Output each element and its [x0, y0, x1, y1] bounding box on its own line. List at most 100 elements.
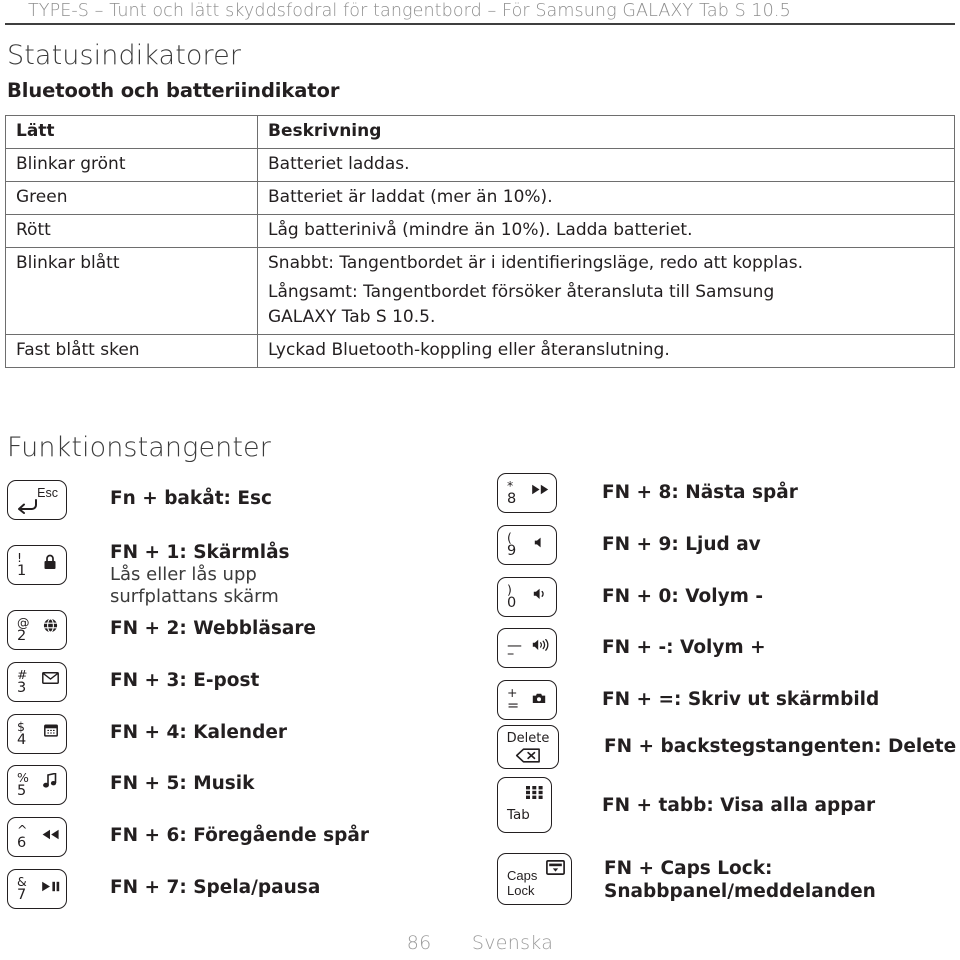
function-key-label-line2: Snabbpanel/meddelanden	[604, 881, 876, 902]
table-row: Green Batteriet är laddat (mer än 10%).	[5, 181, 955, 215]
volume-down-icon	[533, 588, 544, 599]
function-key-entry-esc: Esc Fn + bakåt: Esc	[7, 480, 272, 520]
function-key-sublabel-line1: Lås eller lås upp	[110, 564, 257, 585]
function-key-label-line1: FN + Caps Lock:	[604, 858, 773, 879]
keycap-2[interactable]: @ 2	[7, 610, 67, 650]
keycap-3[interactable]: # 3	[7, 662, 67, 702]
function-key-label: FN + =: Skriv ut skärmbild	[602, 689, 880, 710]
notification-panel-icon	[546, 860, 565, 875]
keycap-equals[interactable]: + =	[497, 680, 557, 720]
table-row: Blinkar grönt Batteriet laddas.	[5, 148, 955, 182]
function-key-entry-tab: Tab FN + tabb: Visa alla appar	[497, 777, 875, 833]
column-header-light: Lätt	[5, 115, 258, 149]
keycap-minus[interactable]: — –	[497, 628, 557, 668]
cell-light: Green	[5, 181, 258, 215]
cell-light: Blinkar blått	[5, 247, 258, 335]
keycap-base-symbol: 3	[17, 679, 27, 696]
keycap-base-symbol: 7	[17, 886, 27, 903]
cell-light: Fast blått sken	[5, 334, 258, 368]
function-key-entry-equals: + = FN + =: Skriv ut skärmbild	[497, 680, 879, 720]
function-key-label: FN + 2: Webbläsare	[110, 618, 316, 639]
keycap-base-symbol: 0	[507, 594, 517, 611]
function-key-label: FN + 7: Spela/pausa	[110, 877, 321, 898]
keycap-base-symbol: 1	[17, 562, 27, 579]
volume-up-icon	[532, 639, 549, 651]
screenshot-camera-icon	[532, 693, 546, 703]
mute-icon	[534, 537, 541, 548]
function-key-label: FN + 5: Musik	[110, 773, 255, 794]
function-key-label: FN + tabb: Visa alla appar	[602, 795, 876, 816]
keycap-base-symbol: 5	[17, 782, 27, 799]
keycap-esc[interactable]: Esc	[7, 480, 67, 520]
function-key-entry-4: $ 4 FN + 4: Kalender	[7, 714, 287, 754]
cell-description: Batteriet laddas.	[257, 148, 955, 182]
keycap-base-symbol: 2	[17, 627, 27, 644]
keycap-1[interactable]: ! 1	[7, 545, 67, 585]
table-row: Blinkar blått Snabbt: Tangentbordet är i…	[5, 247, 955, 335]
page-title: Statusindikatorer	[7, 40, 242, 71]
play-pause-icon	[42, 881, 60, 892]
rewind-previous-icon	[42, 829, 59, 840]
function-key-entry-6: ^ 6 FN + 6: Föregående spår	[7, 817, 369, 857]
function-key-entry-1: ! 1 FN + 1: Skärmlås Lås eller lås upp s…	[7, 542, 290, 608]
keycap-caps-label-line1: Caps	[507, 868, 538, 883]
function-key-sublabel-line2: surfplattans skärm	[110, 586, 279, 607]
function-key-label: FN + 0: Volym -	[602, 586, 764, 607]
keycap-base-symbol: 6	[17, 834, 27, 851]
cell-description: Batteriet är laddat (mer än 10%).	[257, 181, 955, 215]
calendar-icon	[44, 724, 58, 737]
page-footer: 86 Svenska	[0, 932, 960, 954]
keycap-base-symbol: 8	[507, 490, 517, 507]
keycap-caps-lock[interactable]: Caps Lock	[497, 853, 572, 905]
footer-language: Svenska	[471, 932, 554, 954]
keycap-tab-label: Tab	[507, 807, 530, 823]
function-key-label: FN + 3: E-post	[110, 670, 260, 691]
function-key-entry-7: & 7 FN + 7: Spela/pausa	[7, 869, 320, 909]
lock-icon	[44, 554, 56, 569]
function-key-label: FN + 9: Ljud av	[602, 534, 761, 555]
function-key-label: FN + backstegstangenten: Delete	[604, 736, 957, 757]
table-row: Fast blått sken Lyckad Bluetooth-kopplin…	[5, 334, 955, 368]
keycap-delete-label: Delete	[506, 731, 550, 746]
description-line-fast: Snabbt: Tangentbordet är i identifiering…	[268, 253, 804, 273]
keycap-0[interactable]: ) 0	[497, 577, 557, 617]
table-header-row: Lätt Beskrivning	[5, 115, 955, 149]
function-key-entry-8: * 8 FN + 8: Nästa spår	[497, 473, 798, 513]
function-key-label: FN + -: Volym +	[602, 637, 766, 658]
cell-light: Blinkar grönt	[5, 148, 258, 182]
keycap-base-symbol: 4	[17, 731, 27, 748]
keycap-delete[interactable]: Delete	[497, 725, 559, 769]
header-divider	[5, 23, 955, 25]
function-key-entry-capslock: Caps Lock FN + Caps Lock: Snabbpanel/med…	[497, 853, 876, 905]
function-key-label: FN + 4: Kalender	[110, 722, 288, 743]
function-key-label: FN + 8: Nästa spår	[602, 482, 798, 503]
running-header: TYPE-S – Tunt och lätt skyddsfodral för …	[0, 0, 960, 25]
keycap-base-symbol: –	[507, 645, 515, 662]
function-key-entry-2: @ 2 FN + 2: Webbläsare	[7, 610, 316, 650]
keycap-esc-label: Esc	[37, 486, 58, 500]
keycap-tab[interactable]: Tab	[497, 777, 552, 833]
cell-description: Snabbt: Tangentbordet är i identifiering…	[257, 247, 955, 335]
function-key-entry-9: ( 9 FN + 9: Ljud av	[497, 525, 761, 565]
running-header-title: TYPE-S – Tunt och lätt skyddsfodral för …	[28, 1, 791, 21]
backspace-icon	[515, 748, 540, 763]
function-key-label: FN + 1: Skärmlås	[110, 542, 290, 563]
function-key-entry-delete: Delete FN + backstegstangenten: Delete	[497, 725, 956, 769]
keycap-6[interactable]: ^ 6	[7, 817, 67, 857]
envelope-mail-icon	[42, 672, 59, 684]
cell-light: Rött	[5, 214, 258, 248]
keycap-caps-label-line2: Lock	[507, 883, 535, 898]
page-number: 86	[406, 932, 432, 954]
keycap-9[interactable]: ( 9	[497, 525, 557, 565]
column-header-description: Beskrivning	[257, 115, 955, 149]
keycap-7[interactable]: & 7	[7, 869, 67, 909]
cell-description: Låg batterinivå (mindre än 10%). Ladda b…	[257, 214, 955, 248]
globe-browser-icon	[43, 618, 58, 633]
keycap-4[interactable]: $ 4	[7, 714, 67, 754]
description-line-slow-2: GALAXY Tab S 10.5.	[268, 307, 436, 327]
keycap-8[interactable]: * 8	[497, 473, 557, 513]
status-indicator-table: Lätt Beskrivning Blinkar grönt Batteriet…	[5, 115, 955, 368]
keycap-5[interactable]: % 5	[7, 765, 67, 805]
fast-forward-next-icon	[532, 484, 549, 495]
function-key-label: FN + 6: Föregående spår	[110, 825, 370, 846]
